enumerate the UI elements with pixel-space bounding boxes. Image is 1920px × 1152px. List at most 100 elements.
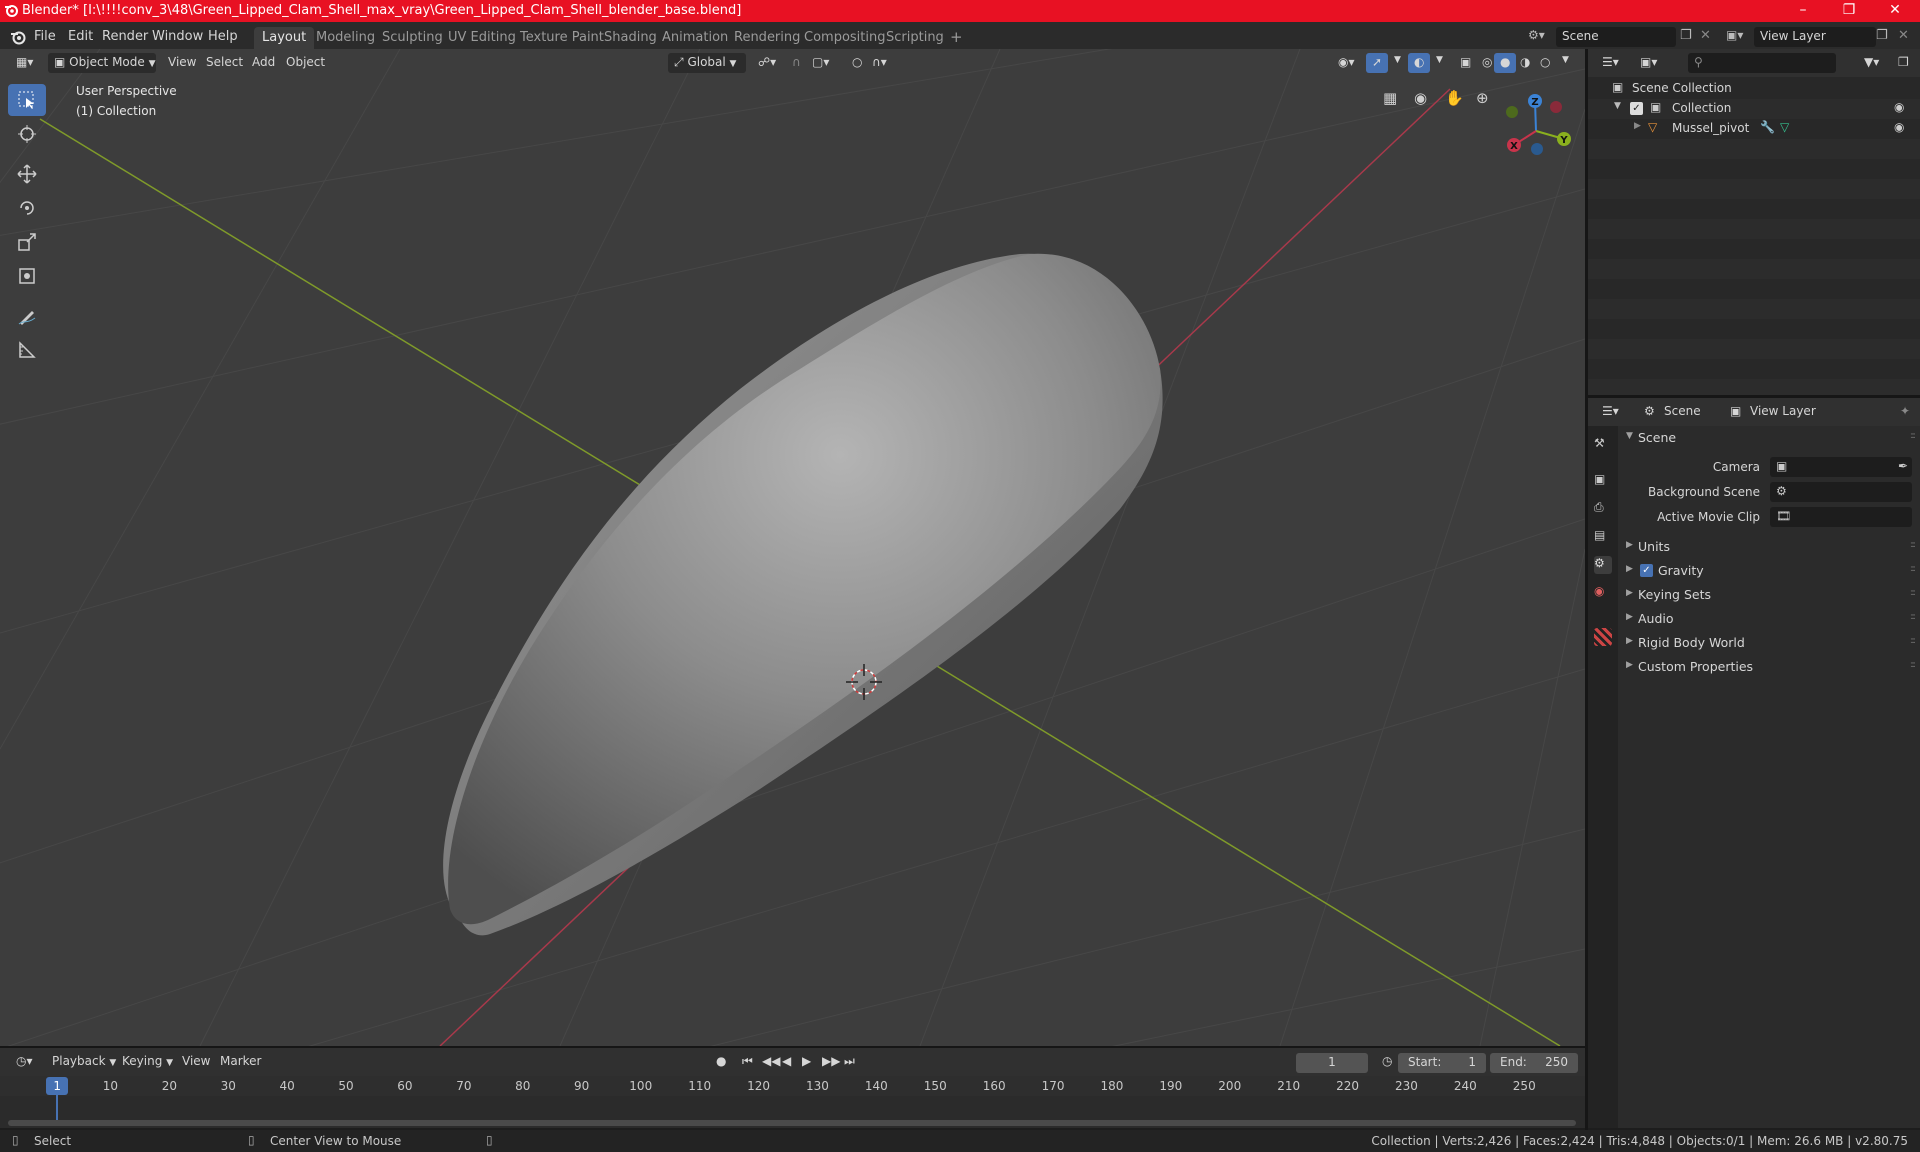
object-mode-dropdown[interactable]: ▣ Object Mode ▼ xyxy=(48,53,156,73)
tool-settings-tab-icon[interactable]: ⚒ xyxy=(1594,436,1612,454)
outliner-row-mussel-pivot[interactable]: ▶ ▽ Mussel_pivot 🔧 ▽ ◉ xyxy=(1588,118,1920,138)
snap-toggle-icon[interactable]: ∩ xyxy=(786,53,807,73)
play-reverse-icon[interactable]: ◀ xyxy=(776,1052,797,1072)
transform-orientation-dropdown[interactable]: ⤢ Global ▼ xyxy=(668,53,746,73)
measure-tool[interactable] xyxy=(8,334,46,366)
tab-layout[interactable]: Layout xyxy=(254,27,315,49)
panel-grip-icon[interactable]: :::: xyxy=(1910,431,1916,441)
panel-grip-icon[interactable]: :::: xyxy=(1910,636,1916,646)
units-panel-header[interactable]: ▶ Units :::: xyxy=(1620,536,1918,558)
use-preview-range-icon[interactable]: ◷ xyxy=(1376,1052,1398,1072)
view-layer-field[interactable]: View Layer xyxy=(1754,27,1876,47)
collection-visibility-eye-icon[interactable]: ◉ xyxy=(1894,100,1904,114)
outliner-editor-type-icon[interactable]: ☰▾ xyxy=(1596,53,1625,73)
timeline-editor-type-icon[interactable]: ◷▾ xyxy=(10,1052,39,1072)
tab-animation[interactable]: Animation xyxy=(654,27,736,49)
start-frame-field[interactable]: Start: 1 xyxy=(1398,1053,1486,1073)
zoom-view-icon[interactable]: ⊕ xyxy=(1476,89,1489,107)
world-tab-icon[interactable]: ◉ xyxy=(1594,584,1612,602)
properties-editor-type-icon[interactable]: ☰▾ xyxy=(1596,402,1625,422)
object-visibility-icon[interactable]: ◉▾ xyxy=(1332,53,1361,73)
menu-edit[interactable]: Edit xyxy=(68,29,93,44)
close-button[interactable]: ✕ xyxy=(1872,0,1918,22)
camera-view-icon[interactable]: ◉ xyxy=(1414,89,1427,107)
3d-viewport[interactable]: User Perspective (1) Collection Z Y X ▦ … xyxy=(0,49,1585,1046)
tab-scripting[interactable]: Scripting xyxy=(878,27,952,49)
timeline-menu-playback[interactable]: Playback ▼ xyxy=(46,1052,122,1072)
shading-dropdown-icon[interactable]: ▼ xyxy=(1556,53,1575,73)
end-frame-field[interactable]: End: 250 xyxy=(1490,1053,1578,1073)
editor-type-icon[interactable]: ▦▾ xyxy=(10,53,39,73)
gravity-panel-header[interactable]: ▶ ✓ Gravity :::: xyxy=(1620,560,1918,582)
maximize-button[interactable]: ❐ xyxy=(1826,0,1872,22)
active-movie-clip-field[interactable]: 🎞 xyxy=(1770,507,1912,527)
mesh-data-icon[interactable]: ▽ xyxy=(1780,120,1789,134)
cursor-tool[interactable] xyxy=(8,118,46,150)
select-box-tool[interactable] xyxy=(8,84,46,116)
custom-properties-panel-header[interactable]: ▶ Custom Properties :::: xyxy=(1620,656,1918,678)
menu-window[interactable]: Window xyxy=(152,29,203,44)
render-tab-icon[interactable]: ▣ xyxy=(1594,472,1612,490)
panel-grip-icon[interactable]: :::: xyxy=(1910,588,1916,598)
keying-sets-panel-header[interactable]: ▶ Keying Sets :::: xyxy=(1620,584,1918,606)
background-scene-field[interactable]: ⚙ xyxy=(1770,482,1912,502)
xray-toggle-icon[interactable]: ▣ xyxy=(1454,53,1477,73)
outliner-display-mode-icon[interactable]: ▣▾ xyxy=(1634,53,1663,73)
output-tab-icon[interactable]: ⎙ xyxy=(1594,500,1612,518)
annotate-tool[interactable] xyxy=(8,300,46,332)
menu-object[interactable]: Object xyxy=(280,53,331,73)
timeline-scrollbar[interactable] xyxy=(8,1120,1576,1126)
current-frame-field[interactable]: 1 xyxy=(1296,1053,1368,1073)
navigation-gizmo[interactable]: Z Y X xyxy=(1500,89,1580,169)
scene-field[interactable]: Scene xyxy=(1556,27,1676,47)
audio-panel-header[interactable]: ▶ Audio :::: xyxy=(1620,608,1918,630)
camera-field[interactable]: ▣ ✒ xyxy=(1770,457,1912,477)
new-view-layer-icon[interactable]: ❐ xyxy=(1876,28,1888,43)
rigid-body-world-panel-header[interactable]: ▶ Rigid Body World :::: xyxy=(1620,632,1918,654)
properties-view-layer-label[interactable]: View Layer xyxy=(1744,402,1822,422)
gizmo-dropdown-icon[interactable]: ▼ xyxy=(1388,53,1407,73)
pin-icon[interactable]: ✦ xyxy=(1894,402,1916,422)
menu-add[interactable]: Add xyxy=(246,53,281,73)
collection-exclude-checkbox[interactable]: ✓ xyxy=(1630,102,1643,115)
timeline-menu-keying[interactable]: Keying ▼ xyxy=(116,1052,179,1072)
view-layer-tab-icon[interactable]: ▤ xyxy=(1594,528,1612,546)
object-visibility-eye-icon[interactable]: ◉ xyxy=(1894,120,1904,134)
properties-scene-label[interactable]: Scene xyxy=(1658,402,1707,422)
transform-tool[interactable] xyxy=(8,260,46,292)
record-keyframe-icon[interactable]: ● xyxy=(710,1052,732,1072)
scale-tool[interactable] xyxy=(8,226,46,258)
area-separator[interactable] xyxy=(1585,49,1588,1130)
modifier-wrench-icon[interactable]: 🔧 xyxy=(1760,120,1775,134)
menu-help[interactable]: Help xyxy=(208,29,238,44)
texture-tab-icon[interactable] xyxy=(1594,628,1612,646)
menu-render[interactable]: Render xyxy=(102,29,148,44)
toggle-grid-icon[interactable]: ▦ xyxy=(1383,89,1397,107)
area-separator[interactable] xyxy=(1588,395,1920,398)
eyedropper-icon[interactable]: ✒ xyxy=(1898,459,1908,473)
outliner-row-collection[interactable]: ▼ ✓ ▣ Collection ◉ xyxy=(1588,98,1920,118)
panel-grip-icon[interactable]: :::: xyxy=(1910,540,1916,550)
timeline-menu-marker[interactable]: Marker xyxy=(214,1052,267,1072)
outliner-new-collection-icon[interactable]: ❐ xyxy=(1892,53,1915,73)
blender-menu-icon[interactable] xyxy=(10,29,26,45)
menu-file[interactable]: File xyxy=(34,29,56,44)
expand-arrow-icon[interactable]: ▼ xyxy=(1614,101,1621,111)
minimize-button[interactable]: – xyxy=(1780,0,1826,22)
panel-grip-icon[interactable]: :::: xyxy=(1910,564,1916,574)
pan-view-hand-icon[interactable]: ✋ xyxy=(1445,89,1464,107)
outliner-row-scene-collection[interactable]: ▣ Scene Collection xyxy=(1588,78,1920,98)
new-scene-icon[interactable]: ❐ xyxy=(1680,28,1692,43)
play-icon[interactable]: ▶ xyxy=(796,1052,817,1072)
proportional-falloff-icon[interactable]: ∩▾ xyxy=(866,53,893,73)
add-workspace-button[interactable]: + xyxy=(942,25,971,47)
scene-selector-icon[interactable]: ⚙▾ xyxy=(1528,28,1554,48)
scene-tab-icon[interactable]: ⚙ xyxy=(1594,556,1612,574)
outliner-search-input[interactable]: ⚲ xyxy=(1688,53,1836,73)
panel-grip-icon[interactable]: :::: xyxy=(1910,612,1916,622)
menu-select[interactable]: Select xyxy=(200,53,249,73)
gizmo-toggle-icon[interactable]: ➚ xyxy=(1366,53,1389,73)
area-separator[interactable] xyxy=(0,1046,1585,1048)
shading-rendered-icon[interactable]: ○ xyxy=(1534,53,1556,73)
panel-grip-icon[interactable]: :::: xyxy=(1910,660,1916,670)
